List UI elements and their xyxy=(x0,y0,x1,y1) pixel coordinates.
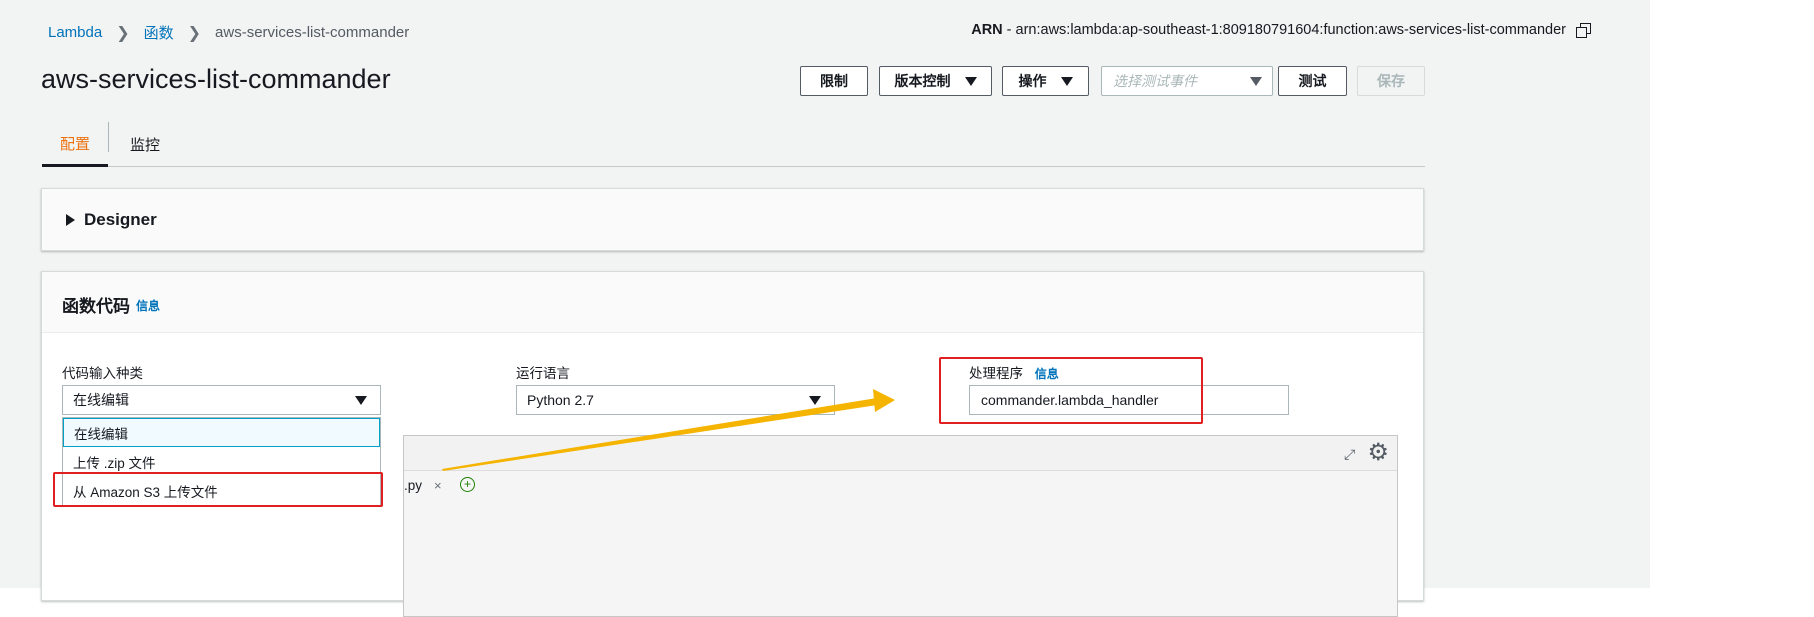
handler-label: 处理程序 信息 xyxy=(969,362,1059,382)
code-entry-type-dropdown: 在线编辑 上传 .zip 文件 从 Amazon S3 上传文件 xyxy=(62,417,381,506)
runtime-label: 运行语言 xyxy=(516,366,570,381)
versioning-button-label: 版本控制 xyxy=(894,73,951,89)
breadcrumb-functions[interactable]: 函数 xyxy=(144,22,174,43)
add-tab-icon[interactable]: + xyxy=(460,477,475,492)
versioning-button[interactable]: 版本控制 xyxy=(879,66,992,96)
handler-value: commander.lambda_handler xyxy=(981,392,1159,408)
save-button[interactable]: 保存 xyxy=(1357,66,1425,96)
test-button-label: 测试 xyxy=(1298,73,1327,89)
dropdown-option-inline-edit[interactable]: 在线编辑 xyxy=(63,418,380,447)
caret-down-icon xyxy=(809,396,821,405)
caret-down-icon xyxy=(1060,76,1073,86)
code-entry-type-label: 代码输入种类 xyxy=(62,366,143,381)
breadcrumb-current: aws-services-list-commander xyxy=(215,24,410,41)
test-event-placeholder: 选择测试事件 xyxy=(1113,73,1197,89)
designer-panel[interactable]: Designer xyxy=(41,188,1424,251)
code-entry-type-select[interactable]: 在线编辑 xyxy=(62,385,381,415)
actions-button-label: 操作 xyxy=(1018,73,1047,89)
test-button[interactable]: 测试 xyxy=(1278,66,1347,96)
dropdown-option-upload-s3[interactable]: 从 Amazon S3 上传文件 xyxy=(63,476,380,505)
actions-button[interactable]: 操作 xyxy=(1002,66,1089,96)
runtime-select[interactable]: Python 2.7 xyxy=(516,385,835,415)
function-code-title: 函数代码 xyxy=(62,297,130,316)
code-entry-type-value: 在线编辑 xyxy=(73,392,129,408)
caret-down-icon xyxy=(355,396,367,405)
tab-monitoring-label: 监控 xyxy=(130,136,161,154)
dropdown-option-upload-zip[interactable]: 上传 .zip 文件 xyxy=(63,447,380,476)
code-editor[interactable]: ⤢ ⚙ .py × + xyxy=(403,435,1398,617)
handler-info-link[interactable]: 信息 xyxy=(1035,367,1059,381)
close-icon[interactable]: × xyxy=(434,478,442,493)
caret-down-icon xyxy=(1250,77,1262,86)
save-button-label: 保存 xyxy=(1377,73,1405,89)
chevron-right-icon: ❯ xyxy=(116,24,130,42)
file-tab-name: .py xyxy=(404,477,423,493)
lambda-function-page: Lambda ❯ 函数 ❯ aws-services-list-commande… xyxy=(8,0,1650,617)
tab-bar: 配置 监控 xyxy=(42,122,1425,167)
designer-label: Designer xyxy=(84,210,157,229)
handler-label-text: 处理程序 xyxy=(969,366,1023,381)
caret-right-icon xyxy=(66,214,75,226)
breadcrumb-lambda[interactable]: Lambda xyxy=(48,24,102,41)
tab-configuration-label: 配置 xyxy=(59,135,90,153)
editor-toolbar: ⤢ ⚙ xyxy=(404,436,1397,471)
tab-divider xyxy=(108,122,109,152)
throttle-button-label: 限制 xyxy=(820,73,848,89)
chevron-right-icon: ❯ xyxy=(187,24,202,42)
test-event-select[interactable]: 选择测试事件 xyxy=(1101,66,1273,96)
arn-label: ARN xyxy=(971,22,1003,38)
breadcrumb: Lambda ❯ 函数 ❯ aws-services-list-commande… xyxy=(48,22,409,43)
page-title: aws-services-list-commander xyxy=(41,64,391,94)
function-code-panel: 函数代码 信息 代码输入种类 在线编辑 在线编辑 上传 .zip 文件 从 Am… xyxy=(41,271,1424,617)
handler-input[interactable]: commander.lambda_handler xyxy=(969,385,1289,415)
fullscreen-icon[interactable]: ⤢ xyxy=(1344,446,1360,462)
throttle-button[interactable]: 限制 xyxy=(800,66,868,96)
function-code-header: 函数代码 信息 xyxy=(42,272,1423,333)
copy-icon[interactable] xyxy=(1576,23,1591,38)
runtime-value: Python 2.7 xyxy=(527,392,594,408)
arn-value: - arn:aws:lambda:ap-southeast-1:80918079… xyxy=(1006,22,1566,38)
arn-display: ARN - arn:aws:lambda:ap-southeast-1:8091… xyxy=(971,22,1591,38)
editor-file-tab[interactable]: .py × xyxy=(404,472,442,498)
tab-configuration[interactable]: 配置 xyxy=(42,122,108,167)
caret-down-icon xyxy=(964,76,977,86)
function-code-info-link[interactable]: 信息 xyxy=(136,297,160,314)
gear-icon[interactable]: ⚙ xyxy=(1367,440,1389,466)
tab-monitoring[interactable]: 监控 xyxy=(130,122,160,166)
